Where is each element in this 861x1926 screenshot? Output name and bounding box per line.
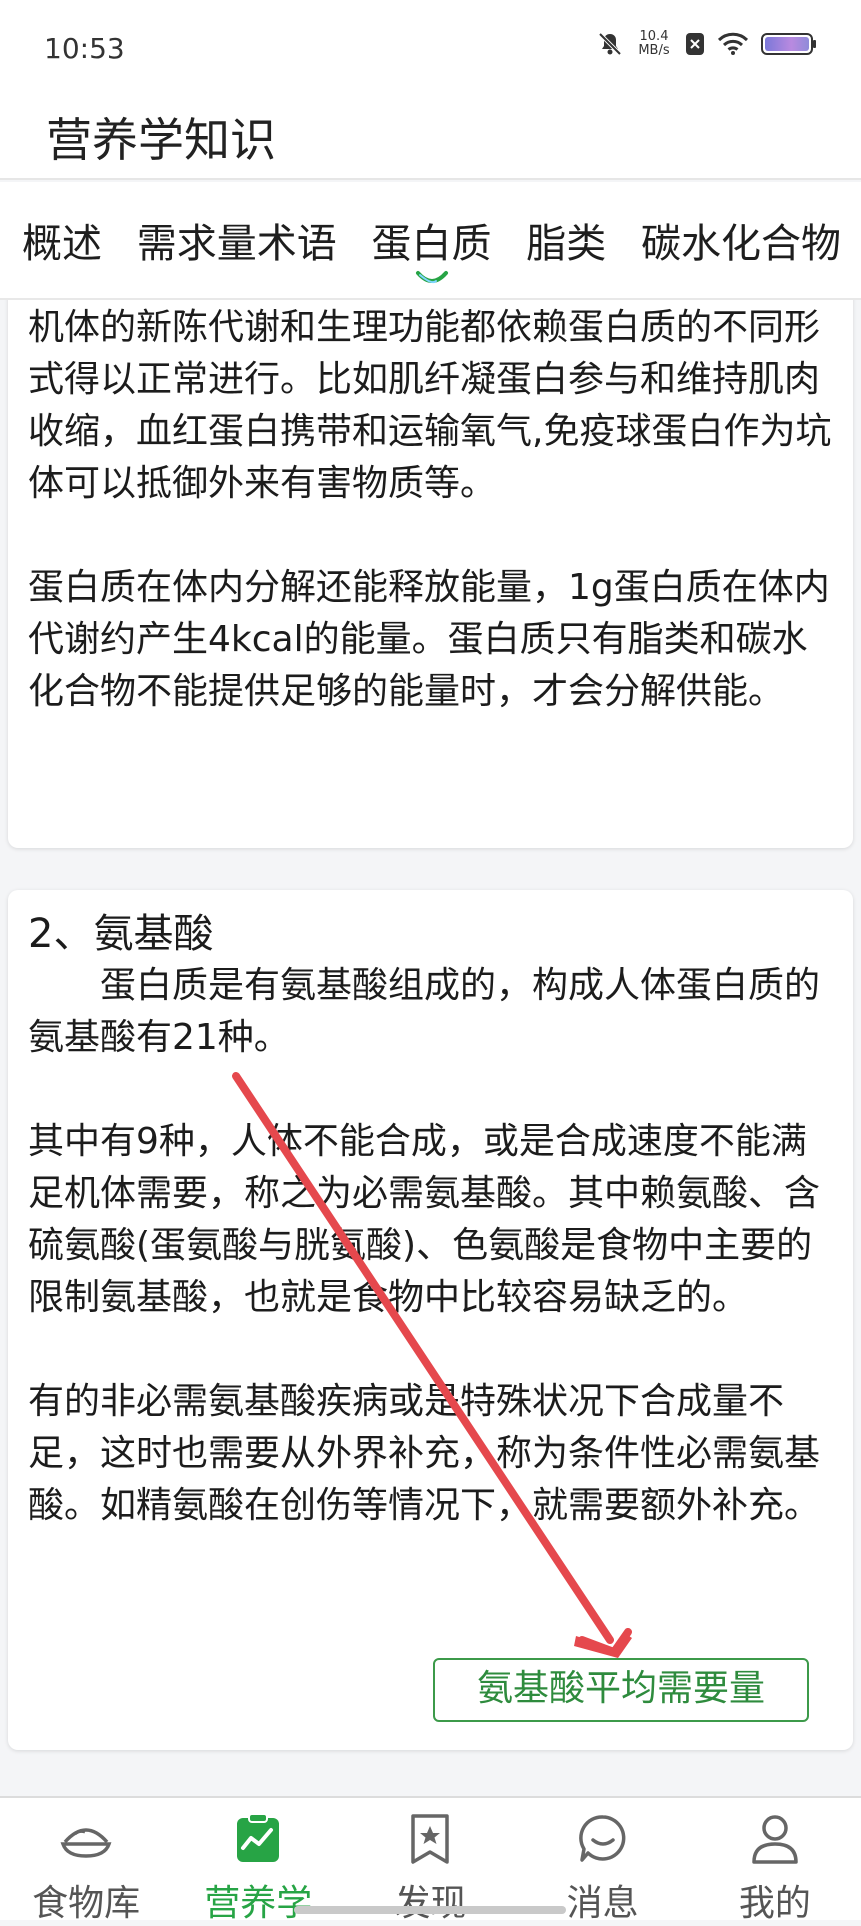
content-scroll-area[interactable]: 机体的新陈代谢和生理功能都依赖蛋白质的不同形式得以正常进行。比如肌纤凝蛋白参与和… — [0, 300, 861, 1798]
tab-requirement-terms[interactable]: 需求量术语 — [137, 211, 337, 269]
network-speed-value: 10.4 — [639, 29, 669, 44]
protein-function-card: 机体的新陈代谢和生理功能都依赖蛋白质的不同形式得以正常进行。比如肌纤凝蛋白参与和… — [8, 300, 853, 848]
food-bowl-icon — [60, 1828, 112, 1858]
nav-label: 消息 — [566, 1883, 639, 1924]
section-title: 2、氨基酸 — [28, 911, 214, 957]
tab-protein[interactable]: 蛋白质 — [371, 211, 492, 284]
nav-label: 我的 — [738, 1883, 811, 1924]
bottom-navigation: 食物库 营养学 发现 消息 我的 — [0, 1796, 861, 1924]
nav-label: 发现 — [394, 1883, 467, 1924]
mute-notification-icon — [598, 32, 622, 56]
tab-label: 碳水化合物 — [641, 221, 841, 267]
status-icons: 10.4 MB/s — [597, 30, 817, 58]
network-speed-unit: MB/s — [638, 43, 670, 58]
status-bar: 10:53 10.4 MB/s — [0, 0, 861, 100]
nav-label: 食物库 — [32, 1883, 141, 1924]
card1-paragraph-2: 蛋白质在体内分解还能释放能量，1g蛋白质在体内代谢约产生4kcal的能量。蛋白质… — [28, 567, 830, 712]
tab-bar: 概述 需求量术语 蛋白质 脂类 碳水化合物 — [0, 182, 861, 300]
amino-acid-card: 2、氨基酸 蛋白质是有氨基酸组成的，构成人体蛋白质的氨基酸有21种。 其中有9种… — [8, 890, 853, 1750]
tab-lipids[interactable]: 脂类 — [526, 211, 606, 269]
network-speed: 10.4 MB/s — [635, 30, 673, 58]
wifi-icon — [717, 32, 749, 55]
nutrition-chart-icon — [237, 1813, 280, 1862]
app-header: 营养学知识 — [0, 100, 861, 180]
tab-overview[interactable]: 概述 — [22, 211, 102, 269]
card1-paragraph-1: 机体的新陈代谢和生理功能都依赖蛋白质的不同形式得以正常进行。比如肌纤凝蛋白参与和… — [28, 307, 832, 504]
card2-paragraph-3: 有的非必需氨基酸疾病或是特殊状况下合成量不足，这时也需要从外界补充，称为条件性必… — [28, 1381, 821, 1526]
card2-paragraph-2: 其中有9种，人体不能合成，或是合成速度不能满足机体需要，称之为必需氨基酸。其中赖… — [28, 1121, 821, 1318]
tab-label: 概述 — [22, 221, 102, 267]
amino-acid-requirement-button[interactable]: 氨基酸平均需要量 — [433, 1658, 809, 1722]
page-title: 营养学知识 — [46, 113, 276, 167]
tab-carbohydrates[interactable]: 碳水化合物 — [641, 211, 841, 269]
home-indicator[interactable] — [294, 1906, 566, 1914]
tab-label: 脂类 — [526, 221, 607, 267]
tab-label: 需求量术语 — [136, 221, 337, 267]
status-time: 10:53 — [44, 32, 125, 65]
chat-bubble-icon — [578, 1815, 626, 1862]
card2-paragraph-1: 蛋白质是有氨基酸组成的，构成人体蛋白质的氨基酸有21种。 — [28, 965, 821, 1058]
active-tab-indicator — [415, 271, 448, 284]
tab-label: 蛋白质 — [371, 221, 492, 267]
nav-food-library[interactable]: 食物库 — [6, 1798, 166, 1926]
nav-profile[interactable]: 我的 — [695, 1798, 855, 1926]
bookmark-star-icon — [411, 1814, 450, 1864]
user-profile-icon — [752, 1815, 798, 1864]
battery-icon — [761, 33, 816, 55]
sim-disabled-icon — [686, 33, 704, 55]
nav-label: 营养学 — [204, 1883, 313, 1924]
